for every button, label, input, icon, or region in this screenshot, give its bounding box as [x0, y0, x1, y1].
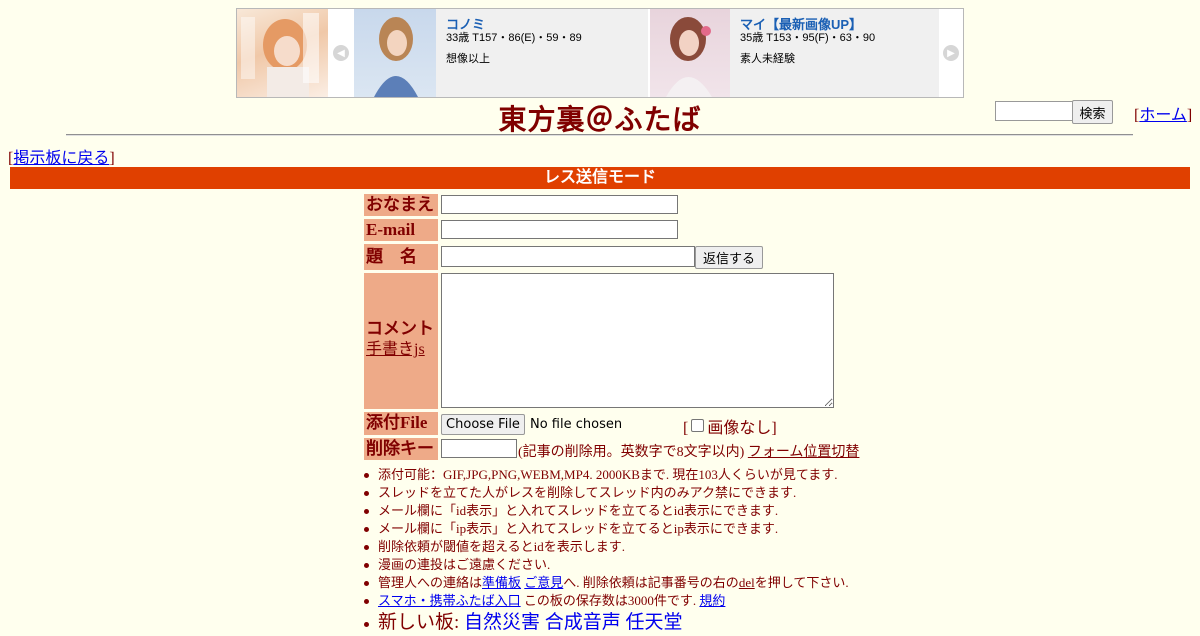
comment-label: コメント — [366, 319, 434, 338]
reply-mode-bar: レス送信モード — [10, 167, 1190, 189]
subject-input[interactable] — [441, 246, 695, 267]
search-button[interactable]: 検索 — [1072, 100, 1113, 124]
note-contact: 管理人への連絡は準備板 ご意見へ. 削除依頼は記事番号の右のdelを押して下さい… — [362, 574, 882, 592]
comment-textarea[interactable] — [441, 273, 834, 408]
del-text: del — [738, 575, 755, 590]
name-label: おなまえ — [364, 194, 438, 216]
note-contact-text-c: を押して下さい. — [754, 575, 849, 590]
delete-key-note: (記事の削除用。英数字で8文字以内) フォーム位置切替 — [518, 441, 859, 461]
note-contact-text-b: へ. 削除依頼は記事番号の右の — [563, 575, 739, 590]
handwrite-js-link[interactable]: 手書きjs — [366, 341, 425, 358]
noimage-bracket-open: [ — [683, 420, 689, 437]
delete-key-input[interactable] — [441, 439, 517, 458]
note-ip-display: メール欄に「ip表示」と入れてスレッドを立てるとip表示にできます. — [362, 520, 882, 538]
file-label: 添付File — [364, 412, 438, 435]
file-status: No file chosen — [530, 417, 623, 432]
mobile-entrance-link[interactable]: スマホ・携帯ふたば入口 — [378, 593, 521, 608]
note-mobile: スマホ・携帯ふたば入口 この板の保存数は3000件です. 規約 — [362, 592, 882, 610]
comment-label-cell: コメント 手書きjs — [364, 273, 438, 409]
ad-photo-1[interactable] — [237, 9, 328, 97]
home-nav: [ホーム] — [1134, 101, 1192, 125]
ad-photo-2-art — [374, 17, 418, 97]
header-divider — [66, 134, 1133, 136]
note-mobile-text: この板の保存数は3000件です. — [520, 593, 697, 608]
ad-photo-1-art — [241, 13, 319, 97]
feedback-link[interactable]: ご意見 — [524, 575, 563, 590]
banner-next-arrow[interactable]: ▶ — [939, 9, 963, 97]
no-image-checkbox[interactable] — [691, 419, 705, 432]
subject-label: 題 名 — [364, 244, 438, 270]
home-bracket-close: ] — [1186, 107, 1193, 124]
note-id-display: メール欄に「id表示」と入れてスレッドを立てるとid表示にできます. — [362, 502, 882, 520]
ad-card-1-stats: 33歳 T157・86(E)・59・89 — [446, 32, 582, 44]
search-input[interactable] — [995, 101, 1075, 121]
board-notes: 添付可能：GIF,JPG,PNG,WEBM,MP4. 2000KBまで. 現在1… — [362, 466, 882, 634]
home-link[interactable]: ホーム — [1139, 107, 1187, 124]
ad-photo-2[interactable] — [354, 9, 436, 97]
reply-submit-button[interactable]: 返信する — [695, 246, 763, 269]
ad-card-2-desc: 素人未経験 — [740, 53, 795, 65]
note-manga: 漫画の連投はご遠慮ください. — [362, 556, 882, 574]
rules-link[interactable]: 規約 — [699, 593, 725, 608]
ad-photo-3[interactable] — [650, 9, 730, 97]
prep-board-link[interactable]: 準備板 — [482, 575, 521, 590]
choose-file-button[interactable]: Choose File — [441, 414, 525, 435]
ad-card-1-desc: 想像以上 — [446, 53, 490, 65]
banner-prev-arrow[interactable]: ◀ — [329, 9, 353, 97]
name-input[interactable] — [441, 195, 678, 214]
noimage-bracket-close: ] — [771, 420, 777, 437]
ad-card-1[interactable]: コノミ 33歳 T157・86(E)・59・89 想像以上 — [436, 9, 648, 97]
no-image-label: 画像なし — [707, 420, 772, 437]
ad-photo-3-art — [666, 17, 712, 97]
note-new-boards: 新しい板: 自然災害 合成音声 任天堂 — [362, 610, 882, 634]
email-input[interactable] — [441, 220, 678, 239]
chevron-right-icon: ▶ — [943, 45, 959, 61]
note-delete-threshold: 削除依頼が閾値を超えるとidを表示します. — [362, 538, 882, 556]
note-attachments: 添付可能：GIF,JPG,PNG,WEBM,MP4. 2000KBまで. 現在1… — [362, 466, 882, 484]
delete-key-help: (記事の削除用。英数字で8文字以内) — [518, 445, 745, 460]
form-position-toggle-link[interactable]: フォーム位置切替 — [748, 445, 860, 460]
email-label: E-mail — [364, 219, 438, 241]
ad-card-2[interactable]: マイ【最新画像UP】 35歳 T153・95(F)・63・90 素人未経験 — [730, 9, 939, 97]
note-contact-text-a: 管理人への連絡は — [378, 575, 483, 590]
back-to-board-link[interactable]: 掲示板に戻る — [13, 150, 109, 167]
back-bracket-close: ] — [109, 150, 115, 167]
chevron-left-icon: ◀ — [333, 45, 349, 61]
ad-card-2-stats: 35歳 T153・95(F)・63・90 — [740, 32, 876, 44]
no-image-option: [ 画像なし] — [683, 414, 777, 438]
note-thread-ban: スレッドを立てた人がレスを削除してスレッド内のみアク禁にできます. — [362, 484, 882, 502]
back-nav: [掲示板に戻る] — [8, 144, 115, 168]
delete-key-label: 削除キー — [364, 438, 438, 460]
ad-banner[interactable]: ◀ コノミ 33歳 T157・86(E)・59・89 想像以上 マイ【最新画像U… — [236, 8, 964, 98]
